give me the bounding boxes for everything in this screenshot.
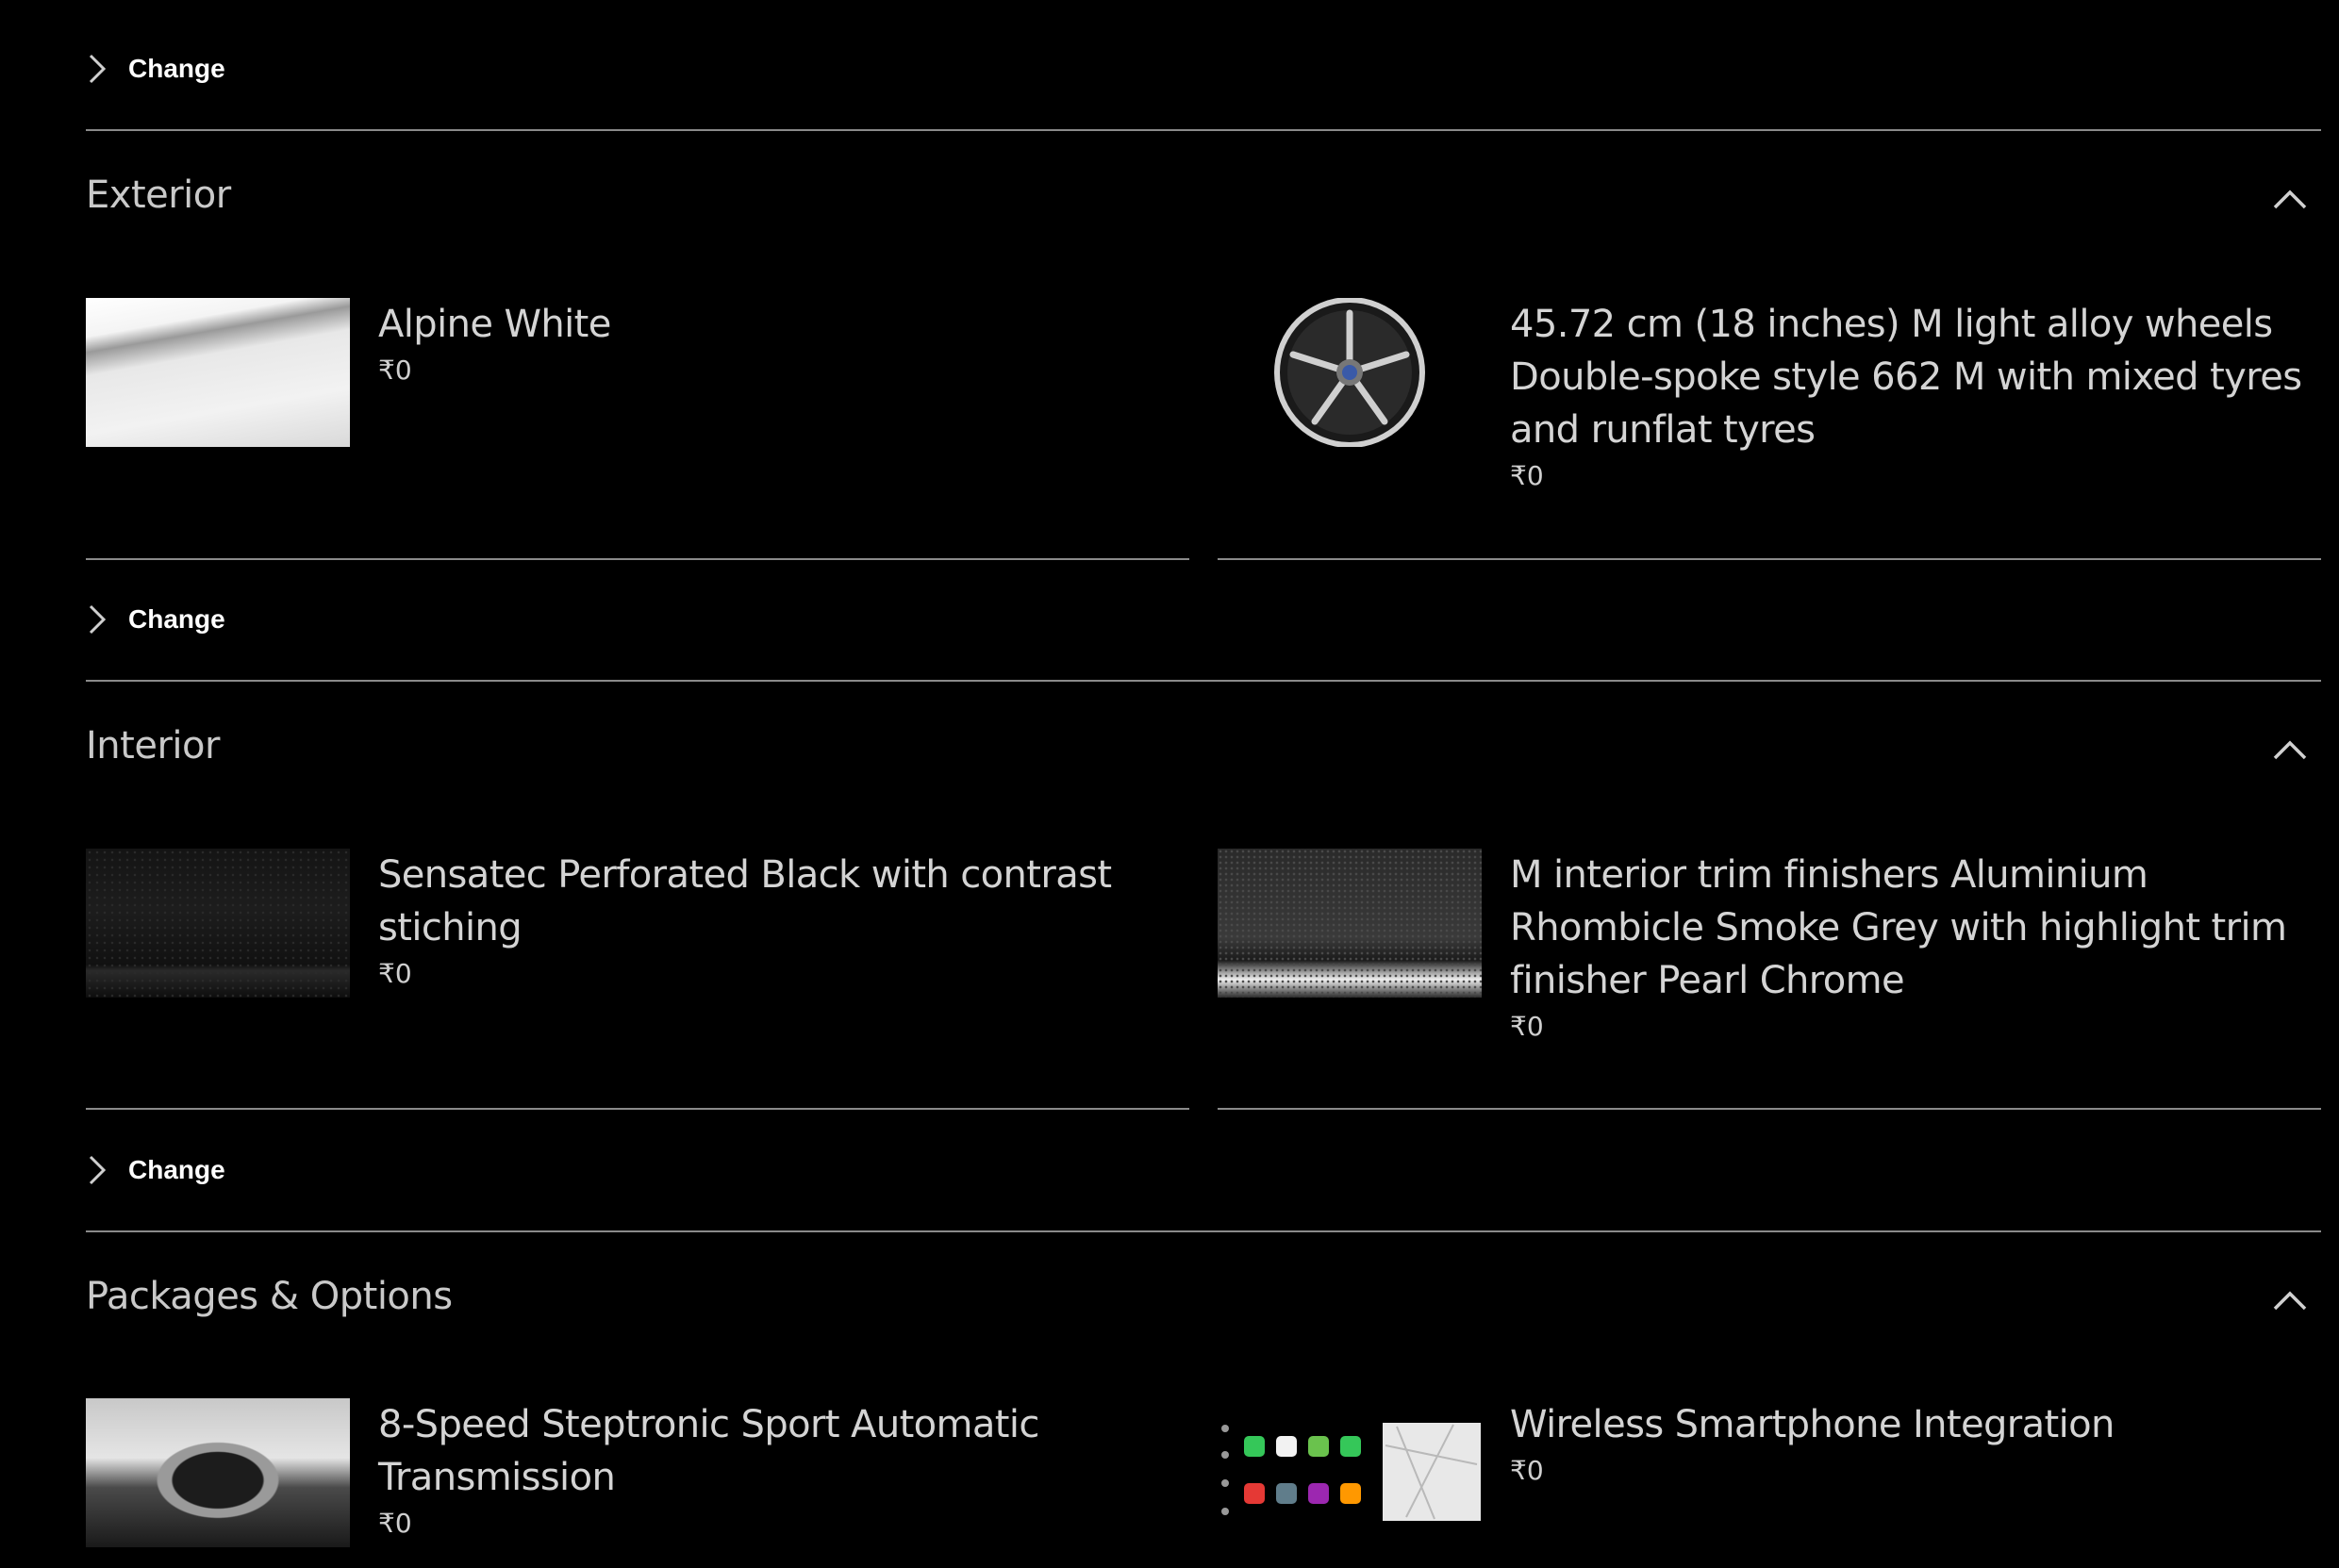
chevron-right-icon	[85, 1154, 109, 1186]
chevron-up-icon[interactable]	[2271, 735, 2309, 762]
steering-wheel-image	[86, 1398, 350, 1547]
trim-swatch-image	[1218, 849, 1482, 998]
option-price: ₹0	[1510, 460, 1544, 491]
change-link-interior[interactable]: Change	[85, 1154, 225, 1186]
option-name: 45.72 cm (18 inches) M light alloy wheel…	[1510, 303, 2302, 452]
chevron-right-icon	[85, 53, 109, 85]
exterior-option-wheels: 45.72 cm (18 inches) M light alloy wheel…	[1218, 298, 2321, 491]
divider	[86, 129, 2321, 131]
divider	[86, 1230, 2321, 1232]
configuration-summary: Change Exterior Alpine White ₹0 45.72 cm…	[0, 0, 2339, 1568]
divider	[86, 680, 2321, 682]
option-price: ₹0	[1510, 1455, 1544, 1486]
divider	[1218, 558, 2321, 560]
interior-option-upholstery: Sensatec Perforated Black with contrast …	[86, 849, 1189, 998]
option-price: ₹0	[1510, 1011, 1544, 1042]
divider	[86, 1108, 1189, 1110]
divider	[1218, 1108, 2321, 1110]
change-label: Change	[128, 1155, 225, 1184]
upholstery-swatch-image	[86, 849, 350, 998]
option-name: Sensatec Perforated Black with contrast …	[378, 853, 1112, 949]
divider	[86, 558, 1189, 560]
option-price: ₹0	[378, 958, 412, 989]
option-name: Wireless Smartphone Integration	[1510, 1403, 2115, 1446]
package-option-smartphone: Wireless Smartphone Integration ₹0	[1218, 1398, 2321, 1547]
exterior-option-paint: Alpine White ₹0	[86, 298, 1189, 447]
section-title-exterior: Exterior	[86, 173, 231, 217]
section-title-packages: Packages & Options	[86, 1275, 453, 1318]
option-price: ₹0	[378, 1508, 412, 1539]
section-title-interior: Interior	[86, 724, 220, 767]
option-name: 8-Speed Steptronic Sport Automatic Trans…	[378, 1403, 1039, 1499]
chevron-up-icon[interactable]	[2271, 185, 2309, 211]
paint-swatch-image	[86, 298, 350, 447]
chevron-up-icon[interactable]	[2271, 1286, 2309, 1312]
option-name: M interior trim finishers Aluminium Rhom…	[1510, 853, 2287, 1002]
carplay-screen-image	[1218, 1398, 1482, 1547]
change-label: Change	[128, 604, 225, 634]
option-price: ₹0	[378, 355, 412, 386]
alloy-wheel-image	[1218, 298, 1482, 447]
option-name: Alpine White	[378, 303, 611, 346]
change-label: Change	[128, 54, 225, 83]
interior-option-trim: M interior trim finishers Aluminium Rhom…	[1218, 849, 2321, 1042]
chevron-right-icon	[85, 603, 109, 635]
change-link-exterior[interactable]: Change	[85, 603, 225, 635]
change-link-top[interactable]: Change	[85, 53, 225, 85]
package-option-transmission: 8-Speed Steptronic Sport Automatic Trans…	[86, 1398, 1189, 1547]
